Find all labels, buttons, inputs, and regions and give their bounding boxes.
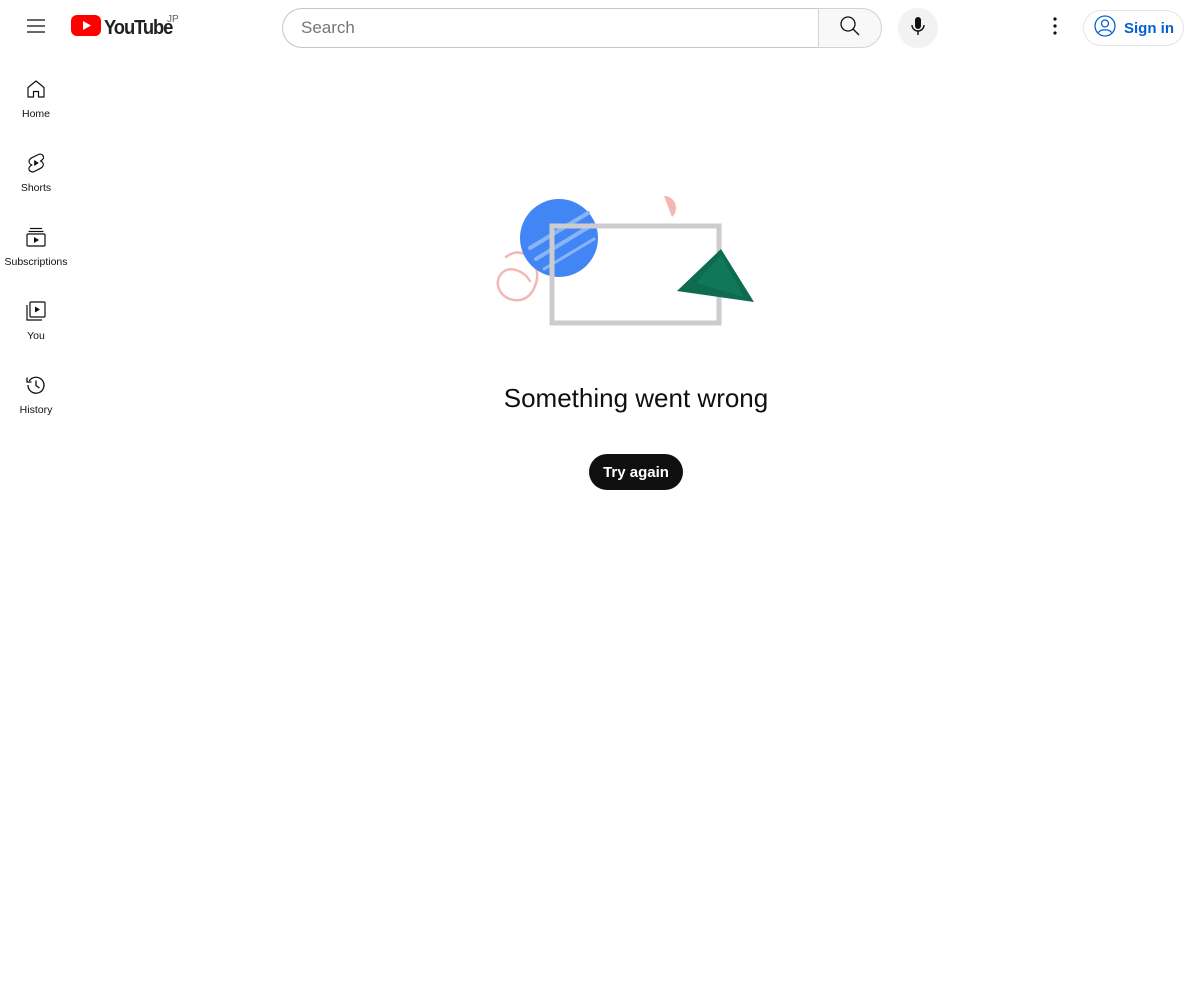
guide-item-label: Subscriptions <box>4 256 68 268</box>
masthead: YouTube JP Search Sign in <box>0 0 1200 56</box>
history-icon <box>24 373 48 397</box>
search-box[interactable] <box>282 8 818 48</box>
guide-item-label: Shorts <box>20 182 52 194</box>
error-message: Something went wrong <box>503 383 769 413</box>
account-circle-icon <box>1093 14 1117 43</box>
guide-menu-button[interactable] <box>16 8 56 48</box>
search-button[interactable] <box>818 8 882 48</box>
guide-item-home[interactable]: Home <box>0 56 72 130</box>
guide-item-history[interactable]: History <box>0 352 72 426</box>
search-icon <box>838 14 862 43</box>
guide-item-label: History <box>19 404 53 416</box>
hamburger-menu-icon <box>24 14 48 43</box>
sign-in-label: Sign in <box>1124 19 1174 37</box>
logo-wordmark: YouTube <box>104 17 173 39</box>
search-form <box>282 8 882 48</box>
mini-guide: Home Shorts Subscriptions You History <box>0 56 72 426</box>
voice-search-button[interactable] <box>898 8 938 48</box>
you-icon <box>24 299 48 323</box>
guide-item-shorts[interactable]: Shorts <box>0 130 72 204</box>
sign-in-button[interactable]: Sign in <box>1083 10 1184 46</box>
youtube-logo[interactable]: YouTube <box>71 15 178 41</box>
shorts-icon <box>24 151 48 175</box>
microphone-icon <box>906 14 930 43</box>
search-input[interactable] <box>299 17 802 39</box>
home-icon <box>24 77 48 101</box>
youtube-play-icon <box>71 15 101 41</box>
guide-item-label: Home <box>21 108 50 120</box>
try-again-button[interactable]: Try again <box>589 454 683 490</box>
error-illustration <box>496 193 756 329</box>
guide-item-subscriptions[interactable]: Subscriptions <box>0 204 72 278</box>
guide-item-label: You <box>27 330 45 342</box>
more-vertical-icon <box>1043 14 1067 43</box>
settings-more-button[interactable] <box>1035 8 1075 48</box>
subscriptions-icon <box>24 225 48 249</box>
country-code: JP <box>167 14 179 25</box>
guide-item-you[interactable]: You <box>0 278 72 352</box>
